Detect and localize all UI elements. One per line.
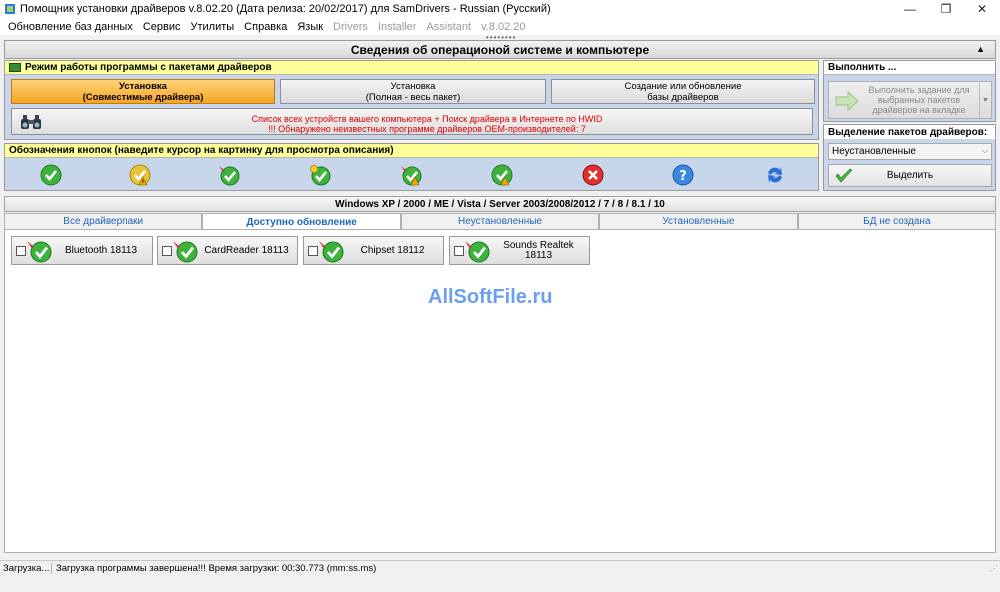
chevron-down-icon: ⌵ <box>981 146 988 155</box>
package-name: Sounds Realtek 18113 <box>503 239 574 261</box>
menu-language[interactable]: Язык <box>292 21 328 33</box>
system-info-header[interactable]: Сведения об операционой системе и компью… <box>4 40 996 59</box>
check-icon[interactable] <box>40 164 62 186</box>
check-bulb-icon[interactable] <box>309 164 331 186</box>
device-search-line1: Список всех устройств вашего компьютера … <box>251 114 603 124</box>
legend-panel: Обозначения кнопок (наведите курсор на к… <box>4 143 819 191</box>
mode-panel-title: Режим работы программы с пакетами драйве… <box>25 62 272 73</box>
check-warning-2-icon[interactable] <box>491 164 513 186</box>
menu-assistant: Assistant <box>426 20 472 33</box>
status-loading: Загрузка... <box>0 562 52 574</box>
device-search-button[interactable]: Список всех устройств вашего компьютера … <box>11 108 813 135</box>
binoculars-icon <box>21 115 41 129</box>
create-db-button[interactable]: Создание или обновление базы драйверов <box>551 79 815 104</box>
check-pin-warning-icon[interactable] <box>400 164 422 186</box>
close-button[interactable]: ✕ <box>964 0 1000 18</box>
board-icon <box>9 63 21 72</box>
mode-panel-header: Режим работы программы с пакетами драйве… <box>5 61 818 75</box>
execute-task-button[interactable]: Выполнить задание для выбранных пакетов … <box>828 81 992 119</box>
refresh-icon[interactable] <box>764 164 786 186</box>
error-icon[interactable] <box>582 164 604 186</box>
selection-panel-title: Выделение пакетов драйверов: <box>828 126 988 138</box>
system-info-title: Сведения об операционой системе и компью… <box>350 42 650 57</box>
package-name: Bluetooth 18113 <box>64 244 138 256</box>
app-icon <box>5 4 15 14</box>
tab-not-installed[interactable]: Неустановленные <box>400 213 600 229</box>
package-item[interactable]: Bluetooth 18113 <box>11 236 153 265</box>
package-item[interactable]: Chipset 18112 <box>303 236 444 265</box>
menu-update-db[interactable]: Обновление баз данных <box>3 21 138 33</box>
os-compat-bar: Windows XP / 2000 / ME / Vista / Server … <box>4 196 996 212</box>
package-checkbox[interactable] <box>308 246 318 256</box>
status-message: Загрузка программы завершена!!! Время за… <box>56 562 377 574</box>
execute-dropdown-icon[interactable]: ▼ <box>979 82 991 118</box>
mode-panel: Режим работы программы с пакетами драйве… <box>4 60 819 140</box>
svg-text:?: ? <box>679 169 687 184</box>
package-checkbox[interactable] <box>162 246 172 256</box>
selection-panel: Выделение пакетов драйверов: Неустановле… <box>823 124 996 191</box>
title-bar: Помощник установки драйверов v.8.02.20 (… <box>0 0 1000 18</box>
menu-bar: Обновление баз данных Сервис Утилиты Спр… <box>0 18 1000 35</box>
create-db-line1: Создание или обновление <box>624 80 742 92</box>
check-warning-icon[interactable] <box>129 164 151 186</box>
tab-updates-available[interactable]: Доступно обновление <box>202 213 401 230</box>
install-compatible-button[interactable]: Установка (Совместимые драйвера) <box>11 79 275 104</box>
install-compatible-line2: (Совместимые драйвера) <box>82 91 204 103</box>
package-filter-value: Неустановленные <box>832 146 916 157</box>
menu-version: v.8.02.20 <box>481 20 526 33</box>
menu-utilities[interactable]: Утилиты <box>185 21 239 33</box>
window-title: Помощник установки драйверов v.8.02.20 (… <box>20 3 551 15</box>
check-pin-icon <box>319 241 344 263</box>
status-bar: Загрузка... Загрузка программы завершена… <box>0 560 1000 575</box>
execute-panel: Выполнить ... Выполнить задание для выбр… <box>823 60 996 122</box>
package-item[interactable]: CardReader 18113 <box>157 236 298 265</box>
install-compatible-line1: Установка <box>119 80 167 92</box>
menu-installer: Installer <box>377 20 417 33</box>
minimize-button[interactable]: — <box>892 0 928 18</box>
maximize-button[interactable]: ❐ <box>928 0 964 18</box>
question-icon[interactable]: ? <box>672 164 694 186</box>
install-full-button[interactable]: Установка (Полная - весь пакет) <box>280 79 546 104</box>
legend-panel-title: Обозначения кнопок (наведите курсор на к… <box>9 145 394 156</box>
device-search-line2: !!! Обнаружено неизвестных программе дра… <box>268 124 586 134</box>
select-button-label: Выделить <box>886 170 934 181</box>
tab-db-not-created[interactable]: БД не создана <box>797 213 997 229</box>
resize-grip-icon[interactable]: ⋰ <box>990 564 998 573</box>
menu-service[interactable]: Сервис <box>138 21 186 33</box>
check-pin-icon <box>173 241 198 263</box>
execute-panel-title: Выполнить ... <box>828 62 897 73</box>
tab-all-driverpacks[interactable]: Все драйверпаки <box>4 213 203 229</box>
collapse-up-icon[interactable]: ▲ <box>976 44 985 54</box>
check-pin-icon[interactable] <box>218 164 240 186</box>
checkmark-icon <box>835 168 853 183</box>
selection-panel-header: Выделение пакетов драйверов: <box>824 125 995 139</box>
legend-panel-header: Обозначения кнопок (наведите курсор на к… <box>5 144 818 158</box>
select-button[interactable]: Выделить <box>828 164 992 187</box>
package-checkbox[interactable] <box>454 246 464 256</box>
create-db-line2: базы драйверов <box>647 91 719 103</box>
menu-drivers: Drivers <box>333 20 368 33</box>
package-name: Chipset 18112 <box>360 244 425 256</box>
arrow-right-icon <box>835 91 859 111</box>
package-list: Bluetooth 18113 CardReader 18113 Chipset… <box>4 229 996 553</box>
execute-task-label: Выполнить задание для выбранных пакетов … <box>868 85 970 115</box>
check-pin-icon <box>27 241 52 263</box>
tab-bar: Все драйверпаки Доступно обновление Неус… <box>4 213 997 230</box>
install-full-line1: Установка <box>390 80 436 92</box>
package-checkbox[interactable] <box>16 246 26 256</box>
menu-help[interactable]: Справка <box>239 21 292 33</box>
package-filter-select[interactable]: Неустановленные ⌵ <box>828 143 992 160</box>
execute-panel-header: Выполнить ... <box>824 61 995 75</box>
install-full-line2: (Полная - весь пакет) <box>365 91 461 103</box>
package-name: CardReader 18113 <box>204 244 289 256</box>
check-pin-icon <box>465 241 490 263</box>
tab-installed[interactable]: Установленные <box>599 213 798 229</box>
package-item[interactable]: Sounds Realtek 18113 <box>449 236 590 265</box>
watermark-text: AllSoftFile.ru <box>428 286 553 308</box>
